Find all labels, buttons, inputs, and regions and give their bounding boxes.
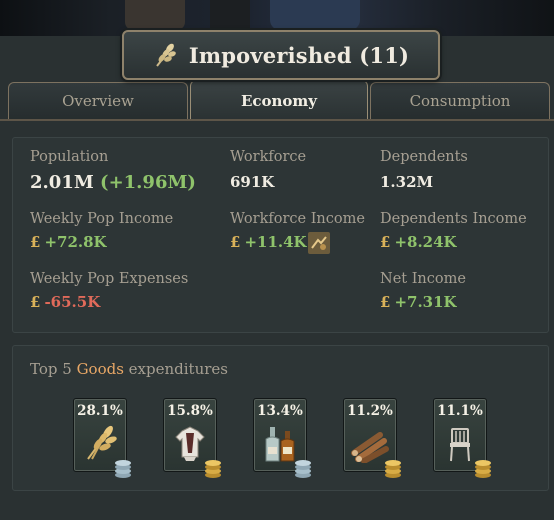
wheat-icon xyxy=(156,43,176,67)
pound-icon: £ xyxy=(230,233,241,251)
tab-label: Overview xyxy=(62,92,134,110)
goods-percent: 11.2% xyxy=(347,403,393,419)
population-value: 2.01M (+1.96M) xyxy=(30,172,196,193)
dependents-income-label[interactable]: Dependents Income xyxy=(380,211,527,227)
weekly-income-value[interactable]: £ +72.8K xyxy=(30,233,107,251)
goods-item-liquor[interactable]: 13.4% xyxy=(253,398,311,478)
silver-coins-icon xyxy=(295,460,311,478)
workforce-income-label[interactable]: Workforce Income xyxy=(230,211,365,227)
net-income-value[interactable]: £ +7.31K xyxy=(380,293,457,311)
portrait-figure xyxy=(210,0,250,30)
workforce-income-amount: +11.4K xyxy=(244,233,307,251)
workforce-value: 691K xyxy=(230,173,275,191)
tab-label: Economy xyxy=(240,92,318,110)
goods-title-prefix: Top 5 xyxy=(30,360,77,378)
worker-wage-icon[interactable] xyxy=(308,232,330,254)
pound-icon: £ xyxy=(30,233,41,251)
pound-icon: £ xyxy=(30,293,41,311)
goods-percent: 15.8% xyxy=(167,403,213,419)
workforce-income-value[interactable]: £ +11.4K xyxy=(230,233,307,251)
tab-consumption[interactable]: Consumption xyxy=(370,82,550,119)
goods-percent: 13.4% xyxy=(257,403,303,419)
population-label: Population xyxy=(30,149,109,165)
workforce-label: Workforce xyxy=(230,149,307,165)
tab-bar: Overview Economy Consumption xyxy=(8,80,550,121)
goods-percent: 11.1% xyxy=(437,403,483,419)
dependents-income-value[interactable]: £ +8.24K xyxy=(380,233,457,251)
pound-icon: £ xyxy=(380,293,391,311)
weekly-income-amount: +72.8K xyxy=(44,233,107,251)
silver-coins-icon xyxy=(115,460,131,478)
portrait-figure xyxy=(270,0,360,30)
goods-item-furniture[interactable]: 11.1% xyxy=(433,398,491,478)
tab-label: Consumption xyxy=(409,92,511,110)
goods-link[interactable]: Goods xyxy=(77,360,124,378)
goods-item-wood[interactable]: 11.2% xyxy=(343,398,401,478)
portrait-figure xyxy=(125,0,185,30)
tab-overview[interactable]: Overview xyxy=(8,82,188,119)
goods-title-suffix: expenditures xyxy=(123,360,228,378)
goods-item-clothes[interactable]: 15.8% xyxy=(163,398,221,478)
weekly-expenses-amount: -65.5K xyxy=(44,293,101,311)
weekly-expenses-value[interactable]: £ -65.5K xyxy=(30,293,100,311)
tab-divider xyxy=(0,119,554,121)
goods-item-grain[interactable]: 28.1% xyxy=(73,398,131,478)
pound-icon: £ xyxy=(380,233,391,251)
weekly-income-label[interactable]: Weekly Pop Income xyxy=(30,211,173,227)
pop-title-plate: Impoverished (11) xyxy=(122,30,440,80)
net-income-label[interactable]: Net Income xyxy=(380,271,466,287)
dependents-income-amount: +8.24K xyxy=(394,233,457,251)
dependents-value: 1.32M xyxy=(380,173,434,191)
weekly-expenses-label[interactable]: Weekly Pop Expenses xyxy=(30,271,188,287)
dependents-label: Dependents xyxy=(380,149,468,165)
population-change: (+1.96M) xyxy=(100,172,196,193)
pop-title: Impoverished (11) xyxy=(188,42,410,68)
gold-coins-icon xyxy=(205,460,221,478)
gold-coins-icon xyxy=(475,460,491,478)
gold-coins-icon xyxy=(385,460,401,478)
population-amount: 2.01M xyxy=(30,172,94,193)
goods-expenditures-title: Top 5 Goods expenditures xyxy=(30,360,228,378)
net-income-amount: +7.31K xyxy=(394,293,457,311)
goods-percent: 28.1% xyxy=(77,403,123,419)
tab-economy[interactable]: Economy xyxy=(190,80,368,121)
